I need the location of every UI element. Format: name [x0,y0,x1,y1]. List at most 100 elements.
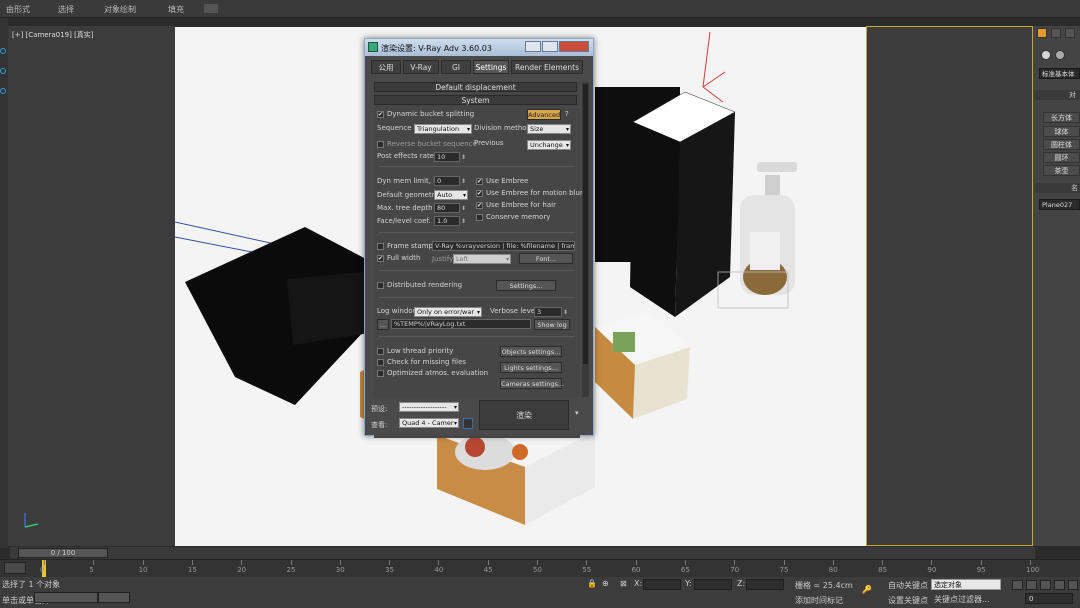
cameras-settings-button[interactable]: Cameras settings... [500,378,564,389]
objects-settings-button[interactable]: Objects settings... [500,346,562,357]
isolate-icon[interactable]: ⊕ [602,579,609,588]
maximize-button[interactable] [542,41,558,52]
default-geometry-dropdown[interactable]: Auto [434,190,468,200]
previous-frame-icon[interactable] [1026,580,1037,590]
torus-button[interactable]: 圆环 [1043,152,1080,163]
geometry-icon[interactable] [1041,50,1051,60]
go-to-start-icon[interactable] [1012,580,1023,590]
low-thread-priority-checkbox[interactable] [377,348,384,355]
full-width-checkbox[interactable]: ✔ [377,255,384,262]
view-dropdown[interactable]: Quad 4 - Camer [399,418,459,428]
cylinder-button[interactable]: 圆柱体 [1043,139,1080,150]
frame-stamp-checkbox[interactable] [377,243,384,250]
frame-stamp-field[interactable]: V-Ray %vrayversion | file: %filename | f… [432,241,575,251]
close-button[interactable] [559,41,589,52]
sequence-dropdown[interactable]: Triangulation [414,124,472,134]
menu-item-2[interactable]: 选择 [58,4,74,15]
lock-view-icon[interactable] [463,418,473,429]
key-icon[interactable]: 🔑 [862,585,872,594]
tab-settings[interactable]: Settings [473,60,509,74]
help-button[interactable]: ? [565,110,569,118]
dynamic-bucket-checkbox[interactable]: ✔ [377,111,384,118]
create-tab-icon[interactable] [1037,28,1047,38]
dialog-titlebar[interactable]: 渲染设置: V-Ray Adv 3.60.03 [365,39,593,56]
tool-icon[interactable] [0,68,6,74]
next-frame-icon[interactable] [1054,580,1065,590]
use-embree-checkbox[interactable]: ✔ [476,178,483,185]
tool-icon[interactable] [0,88,6,94]
minimized-window-controls[interactable] [98,592,130,603]
tab-vray[interactable]: V-Ray [403,60,439,74]
max-tree-depth-spinner[interactable]: 80 [434,203,466,213]
scrollbar-thumb[interactable] [583,84,588,364]
viewport-label[interactable]: [+] [Camera019] [真实] [12,30,94,40]
modify-tab-icon[interactable] [1051,28,1061,38]
absolute-mode-icon[interactable]: ⊠ [620,579,627,588]
tool-icon[interactable] [0,48,6,54]
division-method-dropdown[interactable]: Size [527,124,571,134]
y-coord-field[interactable] [694,579,732,590]
lights-settings-button[interactable]: Lights settings... [500,362,562,373]
justify-dropdown[interactable]: Left [453,254,511,264]
render-button[interactable]: 渲染 [479,400,569,430]
play-icon[interactable] [1040,580,1051,590]
menu-camera-icon[interactable] [204,4,218,13]
preset-dropdown[interactable]: ------------------- [399,402,459,412]
conserve-memory-checkbox[interactable] [476,214,483,221]
system-rollout[interactable]: System [374,95,577,105]
previous-dropdown[interactable]: Unchange [527,140,571,150]
tab-common[interactable]: 公用 [371,60,401,74]
key-filter-button[interactable]: 关键点过滤器... [934,594,990,605]
z-coord-field[interactable] [746,579,784,590]
current-frame-field[interactable]: 0 [1025,593,1073,604]
object-type-rollout[interactable]: 对 [1035,90,1080,100]
font-button[interactable]: Font... [519,253,573,264]
tab-gi[interactable]: GI [441,60,471,74]
post-effects-spinner[interactable]: 10 [434,152,466,162]
default-displacement-rollout[interactable]: Default displacement [374,82,577,92]
sphere-button[interactable]: 球体 [1043,126,1080,137]
render-dropdown-arrow-icon[interactable]: ▾ [575,409,579,417]
name-color-rollout[interactable]: 名 [1035,183,1080,193]
menu-item-3[interactable]: 对象绘制 [104,4,136,15]
embree-hair-checkbox[interactable]: ✔ [476,202,483,209]
x-coord-field[interactable] [643,579,681,590]
log-browse-button[interactable]: ... [377,319,389,330]
go-to-end-icon[interactable] [1068,580,1078,590]
advanced-button[interactable]: Advanced [527,109,561,120]
face-level-coef-spinner[interactable]: 1.0 [434,216,466,226]
embree-blur-checkbox[interactable]: ✔ [476,190,483,197]
mini-curve-editor-icon[interactable] [4,562,26,574]
track-bar[interactable]: 0 5 10 15 20 25 30 35 40 45 50 55 60 65 70 75 80 85 90 95 10… [0,559,1080,578]
verbose-level-spinner[interactable]: 3 [534,307,568,317]
reverse-sequence-checkbox[interactable] [377,141,384,148]
tab-render-elements[interactable]: Render Elements [511,60,583,74]
minimized-window[interactable] [34,592,98,603]
show-log-button[interactable]: Show log [534,319,570,330]
viewport-left-panel[interactable] [8,26,175,546]
log-window-dropdown[interactable]: Only on error/war [414,307,482,317]
set-key-button[interactable]: 设置关键点 [888,595,928,606]
shapes-icon[interactable] [1055,50,1065,60]
add-time-tag[interactable]: 添加时间标记 [795,595,843,606]
menu-item-1[interactable]: 由形式 [6,4,30,15]
time-slider[interactable]: 0 / 100 [10,547,1035,559]
distributed-settings-button[interactable]: Settings... [496,280,556,291]
auto-key-button[interactable]: 自动关键点 [888,580,928,591]
minimize-button[interactable] [525,41,541,52]
teapot-button[interactable]: 茶壶 [1043,165,1080,176]
lock-icon[interactable]: 🔒 [587,579,597,588]
hierarchy-tab-icon[interactable] [1065,28,1075,38]
settings-scrollbar[interactable] [582,82,589,432]
distributed-rendering-checkbox[interactable] [377,282,384,289]
optimized-atmos-checkbox[interactable] [377,370,384,377]
box-button[interactable]: 长方体 [1043,112,1080,123]
menu-item-4[interactable]: 填充 [168,4,184,15]
category-dropdown[interactable]: 标准基本体 [1039,68,1080,79]
selected-set-dropdown[interactable]: 选定对象 [931,579,1001,590]
time-slider-thumb[interactable]: 0 / 100 [18,548,108,558]
object-name-field[interactable]: Plane027 [1039,199,1080,210]
check-missing-files-checkbox[interactable] [377,359,384,366]
log-path-field[interactable]: %TEMP%\VRayLog.txt [391,319,531,329]
dyn-mem-spinner[interactable]: 0 [434,176,466,186]
